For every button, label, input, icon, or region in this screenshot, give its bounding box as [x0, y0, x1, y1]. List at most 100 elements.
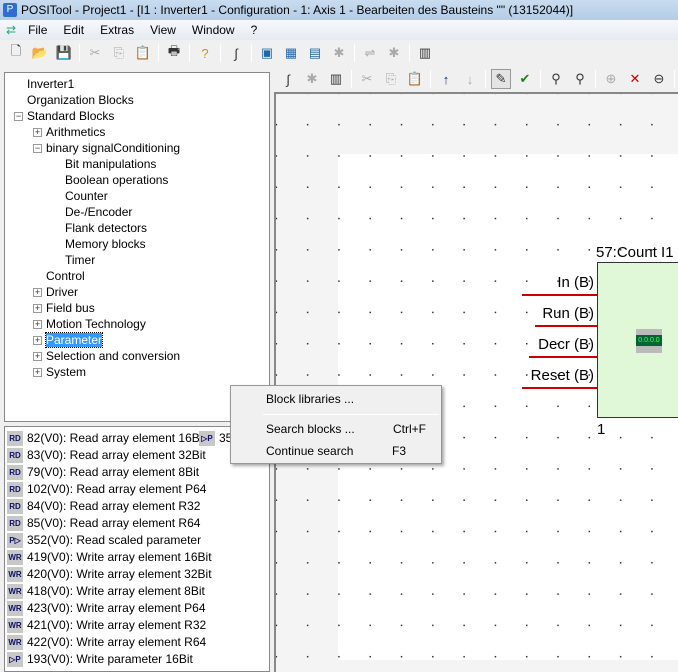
expand-icon[interactable]: +: [33, 288, 42, 297]
paste-icon[interactable]: 📋: [405, 69, 425, 89]
find-icon[interactable]: ⚲: [546, 69, 566, 89]
tree-item[interactable]: Bit manipulations: [65, 156, 156, 172]
block-list-item[interactable]: ▷P 35: [199, 430, 232, 447]
config-icon[interactable]: ▣: [257, 43, 277, 63]
block-list-item[interactable]: RD 85(V0): Read array element R64: [7, 515, 200, 532]
print-icon[interactable]: 🖶: [164, 43, 184, 63]
separator: [79, 44, 80, 62]
block-list-item[interactable]: WR 421(V0): Write array element R32: [7, 617, 206, 634]
menu-extras[interactable]: Extras: [92, 23, 142, 37]
new-icon[interactable]: 🗋: [6, 43, 26, 63]
menu-item-continue-search[interactable]: Continue search F3: [266, 441, 426, 461]
chip-icon[interactable]: ✱: [302, 69, 322, 89]
block-type-icon: ▷P: [7, 652, 23, 668]
block-list-item[interactable]: WR 423(V0): Write array element P64: [7, 600, 206, 617]
chip2-icon[interactable]: ✱: [384, 43, 404, 63]
block-list-item[interactable]: WR 420(V0): Write array element 32Bit: [7, 566, 212, 583]
paste-icon[interactable]: 📋: [133, 43, 153, 63]
count-block[interactable]: 0.0.0.0: [597, 262, 678, 418]
block-list-item[interactable]: RD 82(V0): Read array element 16Bit: [7, 430, 206, 447]
connect-icon[interactable]: ∫: [226, 43, 246, 63]
save-icon[interactable]: 💾: [54, 43, 74, 63]
input-wire[interactable]: [522, 387, 597, 389]
copy-icon[interactable]: ⎘: [109, 43, 129, 63]
tree-item[interactable]: Arithmetics: [46, 124, 105, 140]
tree-item[interactable]: Driver: [46, 284, 78, 300]
tree-item[interactable]: Control: [46, 268, 85, 284]
menu-item-search-blocks[interactable]: Search blocks ... Ctrl+F: [266, 419, 426, 439]
block-list-item[interactable]: WR 419(V0): Write array element 16Bit: [7, 549, 212, 566]
input-wire[interactable]: [522, 294, 597, 296]
tree-item[interactable]: System: [46, 364, 86, 380]
tree-item[interactable]: De-/Encoder: [65, 204, 132, 220]
expand-icon[interactable]: +: [33, 368, 42, 377]
block-icon[interactable]: ▥: [415, 43, 435, 63]
menu-window[interactable]: Window: [184, 23, 243, 37]
expand-icon[interactable]: +: [33, 336, 42, 345]
copy-icon[interactable]: ⎘: [381, 69, 401, 89]
open-icon[interactable]: 📂: [30, 43, 50, 63]
tree-item[interactable]: Boolean operations: [65, 172, 168, 188]
tree-item[interactable]: Organization Blocks: [27, 92, 134, 108]
block-list-item[interactable]: RD 79(V0): Read array element 8Bit: [7, 464, 199, 481]
expand-icon[interactable]: +: [33, 352, 42, 361]
check-icon[interactable]: ✔: [515, 69, 535, 89]
tree-item[interactable]: Selection and conversion: [46, 348, 180, 364]
zoom-in-icon[interactable]: ⊕: [601, 69, 621, 89]
cut-icon[interactable]: ✂: [85, 43, 105, 63]
down-icon[interactable]: ↓: [460, 69, 480, 89]
tree-item[interactable]: Timer: [65, 252, 95, 268]
block-list-item[interactable]: WR 422(V0): Write array element R64: [7, 634, 206, 651]
block-list-item[interactable]: ▷P 193(V0): Write parameter 16Bit: [7, 651, 193, 668]
block-list-item[interactable]: WR 418(V0): Write array element 8Bit: [7, 583, 205, 600]
tree-item[interactable]: binary signalConditioning: [46, 140, 180, 156]
zoom-reset-icon[interactable]: ✕: [625, 69, 645, 89]
tree-item[interactable]: Flank detectors: [65, 220, 147, 236]
block-list-item[interactable]: RD 84(V0): Read array element R32: [7, 498, 200, 515]
tree-item[interactable]: Field bus: [46, 300, 95, 316]
tree-item[interactable]: Standard Blocks: [27, 108, 114, 124]
block-label: 352(V0): Read scaled parameter: [27, 533, 202, 547]
tree-item[interactable]: Parameter: [44, 332, 104, 348]
block-icon[interactable]: ▥: [326, 69, 346, 89]
edit-pencil-icon[interactable]: ✎: [491, 69, 511, 89]
device-icon[interactable]: ▤: [305, 43, 325, 63]
menu-edit[interactable]: Edit: [55, 23, 92, 37]
block-tree[interactable]: Inverter1 Organization Blocks Standard Blo…: [4, 72, 270, 422]
block-label: 421(V0): Write array element R32: [27, 618, 207, 632]
expand-icon[interactable]: +: [33, 320, 42, 329]
menu-help[interactable]: ?: [243, 23, 266, 37]
cut-icon[interactable]: ✂: [357, 69, 377, 89]
input-wire[interactable]: [529, 356, 597, 358]
tree-item[interactable]: Inverter1: [27, 76, 74, 92]
expand-icon[interactable]: +: [33, 304, 42, 313]
block-list-item[interactable]: P▷ 352(V0): Read scaled parameter: [7, 532, 201, 549]
network-icon[interactable]: ▦: [281, 43, 301, 63]
up-icon[interactable]: ↑: [436, 69, 456, 89]
help-icon[interactable]: ?: [195, 43, 215, 63]
tree-item-label: Memory blocks: [65, 237, 146, 251]
separator: [409, 44, 410, 62]
tree-item[interactable]: Motion Technology: [46, 316, 146, 332]
collapse-icon[interactable]: −: [14, 112, 23, 121]
zoom-out-icon[interactable]: ⊖: [649, 69, 669, 89]
separator: [251, 44, 252, 62]
chip-icon[interactable]: ✱: [329, 43, 349, 63]
block-list-item[interactable]: RD 102(V0): Read array element P64: [7, 481, 206, 498]
block-label: 102(V0): Read array element P64: [27, 482, 207, 496]
transfer-icon[interactable]: ⇌: [360, 43, 380, 63]
tree-item-label: Driver: [46, 285, 78, 299]
menu-app-icon[interactable]: ⇄: [6, 23, 16, 37]
menu-view[interactable]: View: [142, 23, 184, 37]
expand-icon[interactable]: +: [33, 128, 42, 137]
connect-icon[interactable]: ∫: [278, 69, 298, 89]
block-label: 79(V0): Read array element 8Bit: [27, 465, 200, 479]
collapse-icon[interactable]: −: [33, 144, 42, 153]
tree-item[interactable]: Memory blocks: [65, 236, 146, 252]
input-wire[interactable]: [535, 325, 597, 327]
block-list-item[interactable]: RD 83(V0): Read array element 32Bit: [7, 447, 206, 464]
find-replace-icon[interactable]: ⚲: [570, 69, 590, 89]
menu-item-block-libraries[interactable]: Block libraries ...: [266, 389, 426, 409]
menu-file[interactable]: File: [20, 23, 55, 37]
tree-item[interactable]: Counter: [65, 188, 108, 204]
